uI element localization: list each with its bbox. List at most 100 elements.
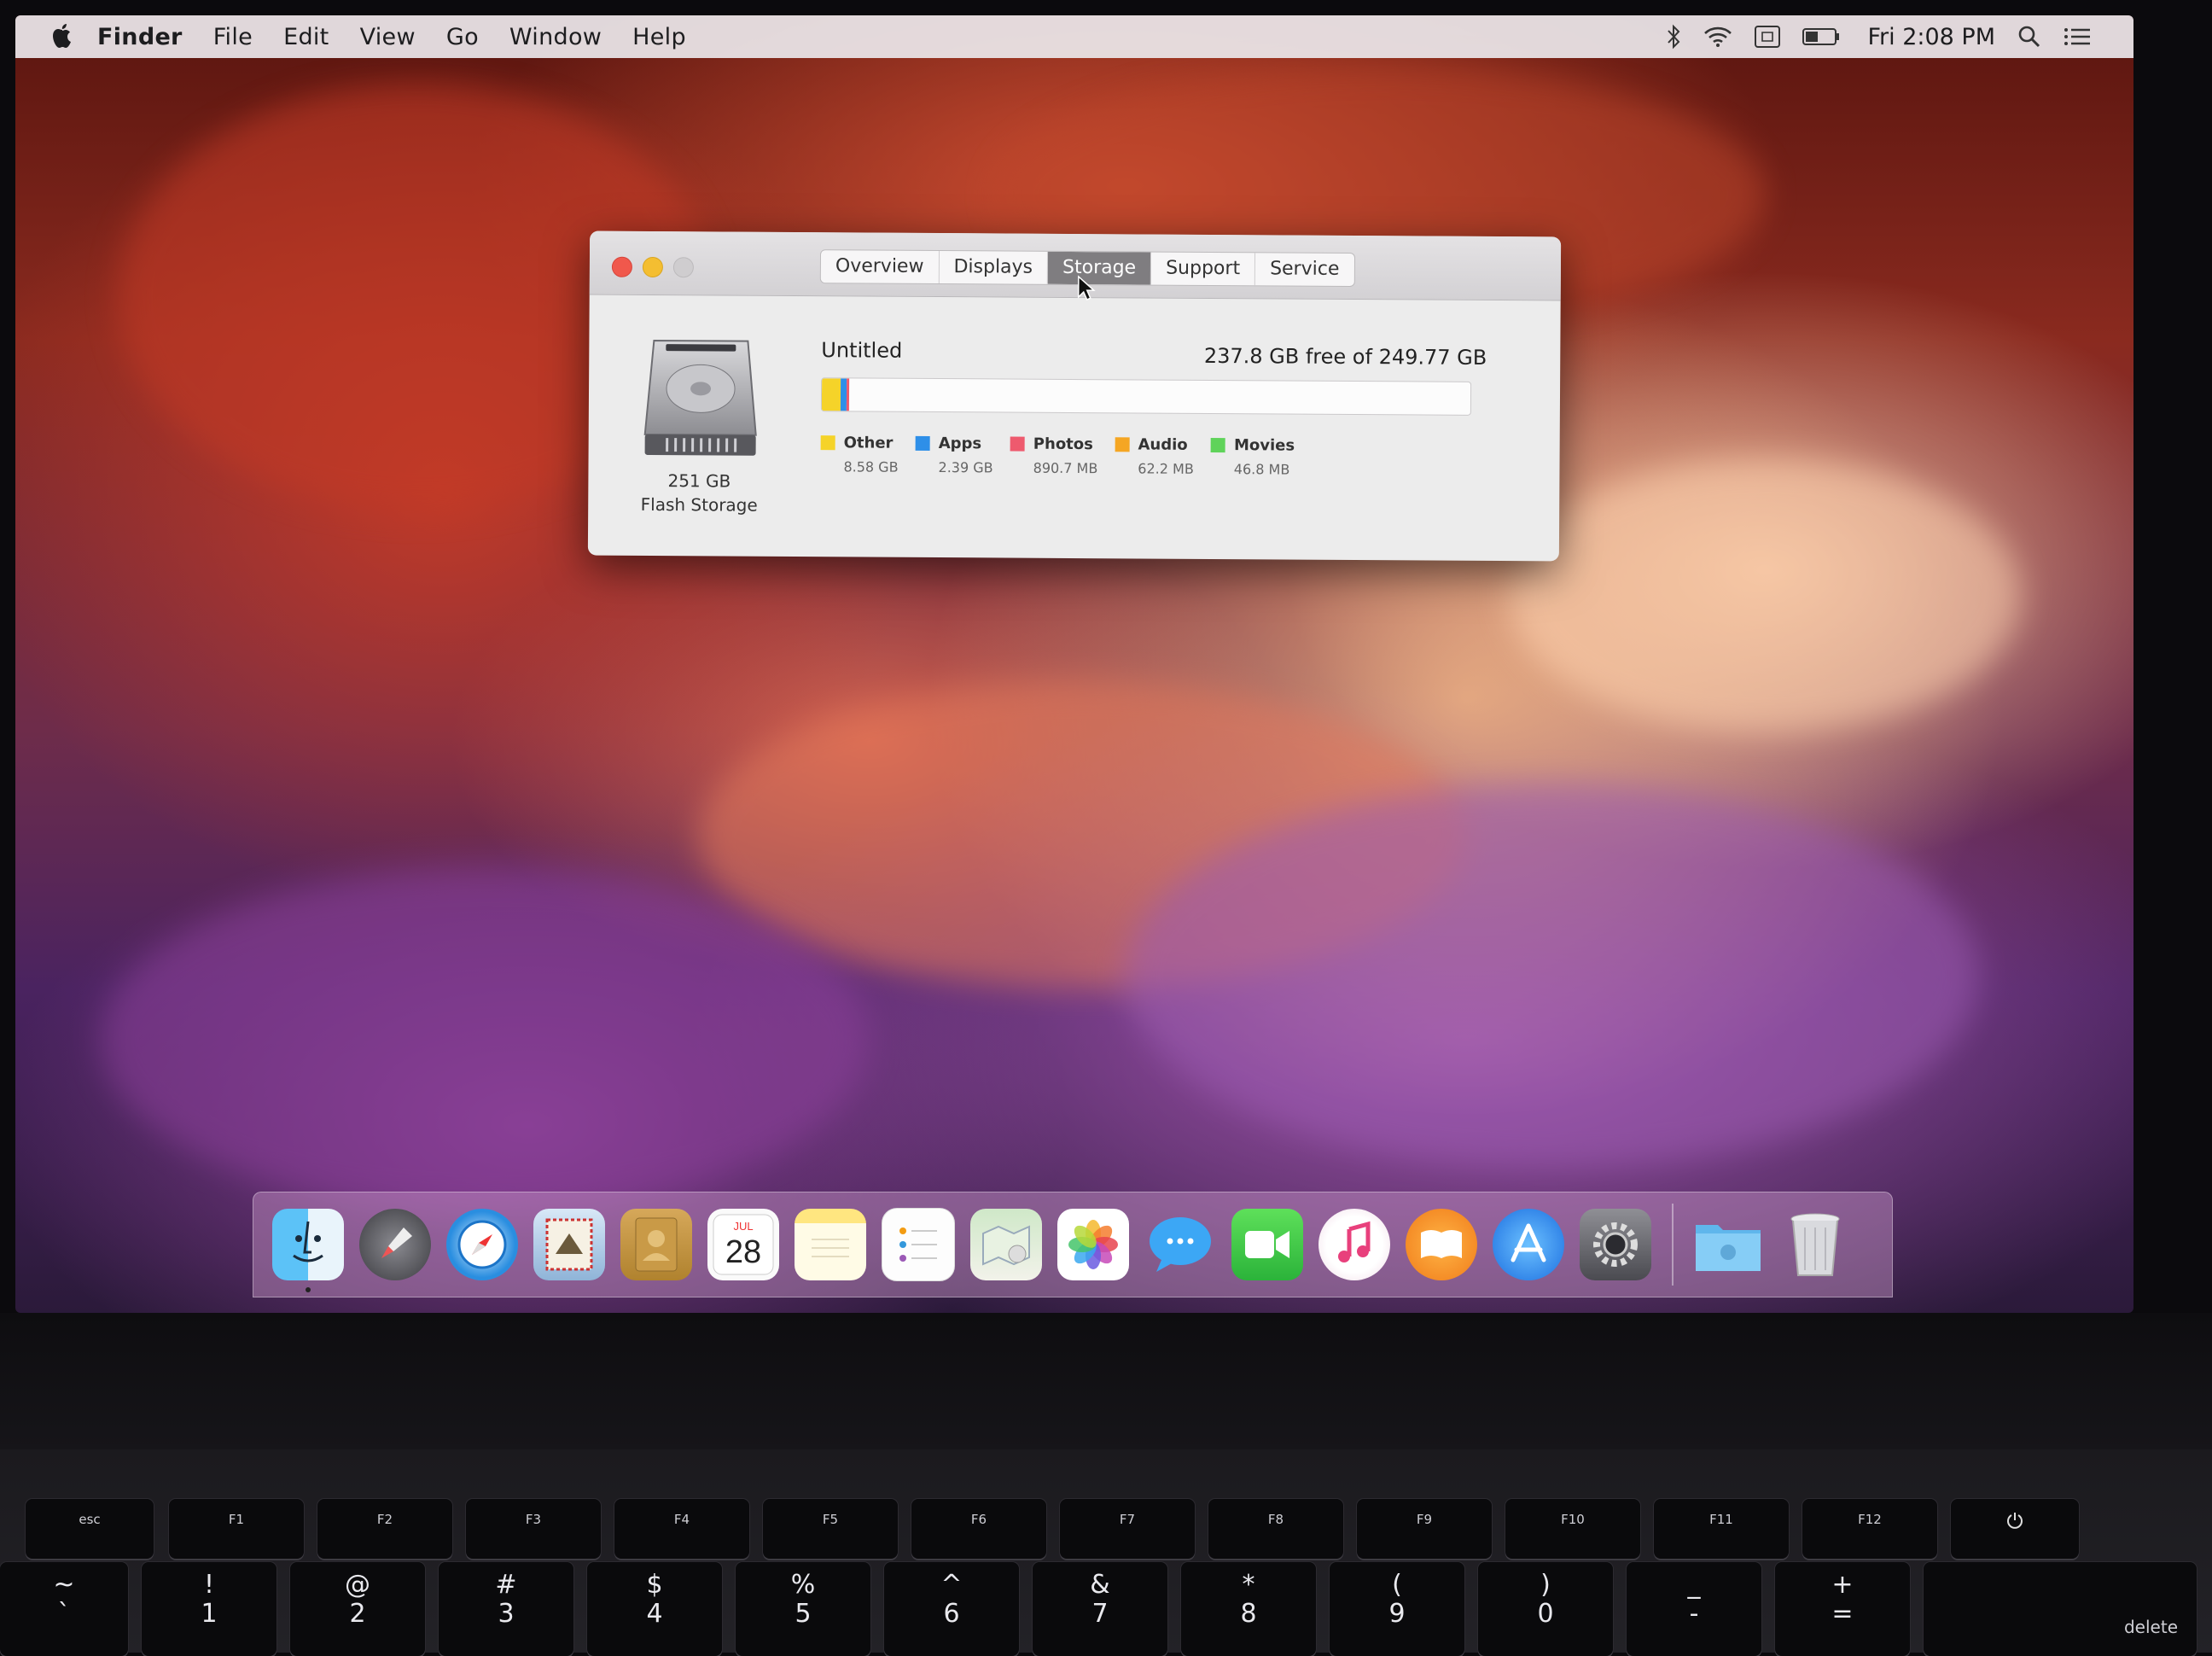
drive-type: Flash Storage xyxy=(640,493,758,516)
key-0: ) 0 xyxy=(1478,1562,1613,1656)
trash-icon[interactable] xyxy=(1779,1209,1851,1280)
legend-size: 8.58 GB xyxy=(843,458,899,475)
legend-label: Movies xyxy=(1233,436,1295,455)
bluetooth-icon[interactable] xyxy=(1666,24,1681,50)
hard-drive-icon xyxy=(642,332,760,461)
notes-icon[interactable] xyxy=(795,1209,866,1280)
launchpad-icon[interactable] xyxy=(359,1209,431,1280)
key-f2: F2 xyxy=(317,1499,452,1559)
legend-size: 2.39 GB xyxy=(938,459,993,476)
drive-capacity: 251 GB xyxy=(667,470,731,492)
key-f1: F1 xyxy=(169,1499,304,1559)
key-5: % 5 xyxy=(736,1562,870,1656)
key-2: @2 xyxy=(290,1562,425,1656)
wallpaper-swirl xyxy=(1509,459,2021,732)
key-tilde: ~ ` xyxy=(0,1562,128,1656)
status-area: Fri 2:08 PM xyxy=(1644,15,2091,58)
window-titlebar[interactable]: Overview Displays Storage Support Servic… xyxy=(589,230,1562,302)
dock-separator xyxy=(1672,1204,1674,1286)
key-4: $4 xyxy=(587,1562,722,1656)
menu-bar: Finder File Edit View Go Window Help Fri… xyxy=(15,15,2133,58)
laptop-bezel xyxy=(0,1313,2212,1449)
finder-icon[interactable] xyxy=(272,1209,344,1292)
dock: JUL 28 xyxy=(253,1192,1893,1297)
tab-service[interactable]: Service xyxy=(1255,253,1354,286)
key-3: #3 xyxy=(439,1562,573,1656)
maps-icon[interactable] xyxy=(970,1209,1042,1280)
tab-overview[interactable]: Overview xyxy=(820,250,940,284)
legend-label: Apps xyxy=(938,434,982,453)
volume-name: Untitled xyxy=(821,338,903,363)
legend-size: 890.7 MB xyxy=(1033,459,1098,477)
key-esc: esc xyxy=(26,1499,154,1559)
menu-finder[interactable]: Finder xyxy=(97,24,183,50)
apple-menu-icon[interactable] xyxy=(49,20,79,53)
key-1: ! 1 xyxy=(142,1562,276,1656)
legend-swatch xyxy=(1210,437,1226,453)
legend-label: Other xyxy=(843,434,894,452)
bar-segment-other[interactable] xyxy=(821,378,841,411)
mouse-pointer-icon xyxy=(1077,275,1096,302)
contacts-icon[interactable] xyxy=(620,1209,692,1280)
key-f7: F7 xyxy=(1060,1499,1195,1559)
keyboard-input-icon[interactable] xyxy=(1755,26,1781,48)
legend-item-audio: Audio 62.2 MB xyxy=(1115,435,1194,477)
facetime-icon[interactable] xyxy=(1231,1209,1303,1280)
key-delete: delete xyxy=(1924,1562,2197,1656)
ibooks-icon[interactable] xyxy=(1406,1209,1477,1280)
battery-icon[interactable] xyxy=(1802,27,1840,46)
menu-window[interactable]: Window xyxy=(509,24,602,50)
legend-item-movies: Movies 46.8 MB xyxy=(1210,436,1295,478)
key-6: ^ 6 xyxy=(884,1562,1019,1656)
legend-size: 62.2 MB xyxy=(1138,460,1194,477)
minimize-button[interactable] xyxy=(642,256,663,278)
menu-edit[interactable]: Edit xyxy=(283,24,329,50)
volume-free-space: 237.8 GB free of 249.77 GB xyxy=(1203,343,1487,370)
storage-legend: Other 8.58 GB Apps 2.39 GB Photos 890.7 … xyxy=(820,434,1312,478)
reminders-icon[interactable] xyxy=(882,1208,955,1281)
calendar-month: JUL xyxy=(733,1220,753,1233)
key-f4: F4 xyxy=(614,1499,749,1559)
key-9: (9 xyxy=(1330,1562,1464,1656)
tab-support[interactable]: Support xyxy=(1151,252,1256,286)
menu-clock[interactable]: Fri 2:08 PM xyxy=(1867,24,1995,50)
legend-swatch xyxy=(1115,437,1130,452)
close-button[interactable] xyxy=(611,256,632,277)
key-7: & 7 xyxy=(1033,1562,1167,1656)
key-f10: F10 xyxy=(1505,1499,1640,1559)
desktop: Finder File Edit View Go Window Help Fri… xyxy=(15,15,2133,1313)
legend-swatch xyxy=(1010,436,1025,452)
tab-displays[interactable]: Displays xyxy=(939,251,1049,284)
key-f11: F11 xyxy=(1654,1499,1789,1559)
notification-center-icon[interactable] xyxy=(2064,26,2091,47)
key-f12: F12 xyxy=(1802,1499,1937,1559)
tab-storage[interactable]: Storage xyxy=(1047,251,1152,285)
calendar-day: 28 xyxy=(725,1234,761,1270)
messages-icon[interactable] xyxy=(1144,1209,1216,1280)
legend-item-other: Other 8.58 GB xyxy=(820,434,899,475)
bar-segment-photos[interactable] xyxy=(846,378,850,411)
wifi-icon[interactable] xyxy=(1703,26,1732,48)
legend-item-apps: Apps 2.39 GB xyxy=(915,434,993,476)
key-minus: _ - xyxy=(1627,1562,1761,1656)
storage-usage-bar[interactable] xyxy=(820,377,1472,416)
downloads-folder-icon[interactable] xyxy=(1692,1209,1764,1280)
menu-help[interactable]: Help xyxy=(632,24,686,50)
mail-icon[interactable] xyxy=(533,1209,605,1280)
photos-icon[interactable] xyxy=(1057,1209,1129,1280)
legend-size: 46.8 MB xyxy=(1233,461,1290,478)
spotlight-search-icon[interactable] xyxy=(2017,25,2041,49)
calendar-icon[interactable]: JUL 28 xyxy=(707,1209,779,1280)
system-preferences-icon[interactable] xyxy=(1580,1209,1651,1280)
itunes-icon[interactable] xyxy=(1318,1209,1390,1280)
legend-swatch xyxy=(915,435,930,451)
menu-go[interactable]: Go xyxy=(446,24,479,50)
safari-icon[interactable] xyxy=(446,1209,518,1280)
menu-file[interactable]: File xyxy=(213,24,253,50)
laptop-keyboard: esc F1 F2 F3 F4 F5 F6 F7 F8 F9 F10 F11 F… xyxy=(0,1449,2212,1656)
app-store-icon[interactable] xyxy=(1493,1209,1564,1280)
menu-view[interactable]: View xyxy=(360,24,416,50)
key-f3: F3 xyxy=(466,1499,601,1559)
running-indicator xyxy=(306,1287,311,1292)
legend-label: Photos xyxy=(1033,434,1093,454)
